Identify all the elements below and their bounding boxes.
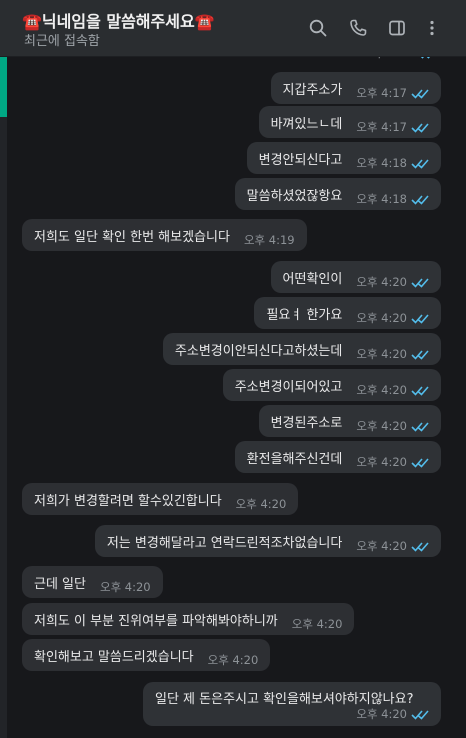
message-bubble-out[interactable]: 변경안되신다고 오후 4:18 — [246, 142, 441, 174]
chat-header[interactable]: ☎️닉네임을 말씀해주세요☎️ 최근에 접속함 — [0, 0, 466, 57]
message-time: 오후 4:17 — [356, 120, 407, 134]
message-time: 오후 4:20 — [356, 275, 407, 289]
message-text: 일단 제 돈은주시고 확인을해보셔야하지않나요? — [155, 692, 414, 707]
message-text: 주소변경이안되신다고하셨는데 — [174, 343, 343, 359]
search-icon[interactable] — [307, 17, 329, 39]
message-bubble-in[interactable]: 저희도 일단 확인 한번 해보겠습니다 오후 4:19 — [22, 219, 307, 251]
message-time: 오후 4:20 — [356, 383, 407, 397]
chat-title[interactable]: ☎️닉네임을 말씀해주세요☎️ — [22, 8, 215, 32]
message-text: 확인해보고 말씀드리겠습니다 — [34, 649, 194, 665]
message-text: 저희도 일단 확인 한번 해보겠습니다 — [34, 229, 230, 245]
message-time: 오후 4:20 — [356, 539, 407, 553]
message-bubble-out[interactable]: 주소변경이안되신다고하셨는데 오후 4:20 — [162, 333, 441, 365]
message-time: 오후 4:18 — [356, 192, 407, 206]
message-time: 오후 4:20 — [207, 653, 259, 667]
side-panel-icon[interactable] — [386, 17, 408, 39]
message-time: 오후 4:20 — [356, 455, 407, 469]
message-bubble-out[interactable]: 저는 변경해달라고 연락드린적조차없습니다 오후 4:20 — [94, 525, 441, 557]
message-text: 변경안되신다고 — [258, 152, 343, 168]
phone-icon[interactable] — [347, 17, 369, 39]
read-ticks-icon — [411, 158, 429, 169]
message-meta: 오후 4:18 — [356, 155, 429, 171]
message-bubble-out[interactable]: 말씀하셨었잖항요 오후 4:18 — [234, 178, 441, 210]
message-meta: 오후 4:20 — [356, 274, 429, 290]
message-meta: 오후 4:17 — [356, 119, 429, 135]
message-text: 말씀하셨었잖항요 — [246, 188, 343, 204]
message-time: 오후 4:19 — [243, 233, 295, 247]
message-meta: 오후 4:20 — [356, 310, 429, 326]
message-time: 오후 4:20 — [356, 311, 407, 325]
more-vert-icon[interactable] — [421, 17, 443, 39]
message-meta: 오후 4:20 — [356, 418, 429, 434]
message-meta: 오후 4:20 — [100, 579, 151, 595]
message-meta: 오후 4:19 — [244, 232, 295, 248]
message-text: 주소변경이되어있고 — [234, 379, 343, 395]
read-ticks-icon — [411, 349, 429, 360]
message-meta: 오후 4:20 — [236, 496, 287, 512]
message-bubble-in[interactable]: 저희도 이 부분 진위여부를 파악해봐야하니까 오후 4:20 — [22, 603, 355, 635]
message-bubble-in[interactable]: 확인해보고 말씀드리겠습니다 오후 4:20 — [22, 639, 271, 671]
message-text: 지갑주소가 — [282, 82, 343, 98]
message-text: 변경된주소로 — [270, 415, 343, 431]
message-time: 오후 4:20 — [356, 419, 407, 433]
message-time: 오후 4:20 — [356, 707, 407, 721]
message-text: 근데 일단 — [34, 576, 86, 592]
scroll-accent-bar — [0, 57, 7, 117]
message-text: 어떤확인이 — [282, 271, 343, 287]
message-text: 저희가 변경할려면 할수있긴합니다 — [34, 493, 222, 509]
message-bubble-in[interactable]: 저희가 변경할려면 할수있긴합니다 오후 4:20 — [22, 483, 299, 515]
message-bubble-out[interactable]: 필요ㅕ 한가요 오후 4:20 — [254, 297, 441, 329]
read-ticks-icon — [411, 541, 429, 552]
message-time: 오후 4:20 — [356, 347, 407, 361]
message-bubble-out[interactable]: 일단 제 돈은주시고 확인을해보셔야하지않나요? 오후 4:20 — [143, 682, 441, 726]
message-meta: 오후 4:17 — [356, 85, 429, 101]
read-ticks-icon — [411, 421, 429, 432]
message-text: 환전을해주신건데 — [246, 451, 343, 467]
message-meta: 오후 4:20 — [292, 616, 343, 632]
message-meta: 오후 4:18 — [356, 191, 429, 207]
message-meta: 오후 4:20 — [356, 706, 429, 722]
message-time: 오후 4:17 — [356, 86, 407, 100]
message-bubble-out[interactable]: 주소변경이되어있고 오후 4:20 — [222, 369, 441, 401]
read-ticks-icon — [411, 385, 429, 396]
read-ticks-icon — [411, 194, 429, 205]
message-meta: 오후 4:20 — [356, 346, 429, 362]
message-bubble-out[interactable]: 어떤확인이 오후 4:20 — [270, 261, 441, 293]
read-ticks-icon — [411, 313, 429, 324]
message-bubble-in[interactable]: 근데 일단 오후 4:20 — [22, 566, 163, 598]
message-meta: 오후 4:20 — [208, 652, 259, 668]
message-time: 오후 4:20 — [291, 617, 343, 631]
read-ticks-icon — [411, 277, 429, 288]
read-ticks-icon — [411, 457, 429, 468]
message-time: 오후 4:18 — [356, 156, 407, 170]
message-bubble-out[interactable]: 환전을해주신건데 오후 4:20 — [234, 441, 441, 473]
read-ticks-icon — [411, 709, 429, 720]
read-ticks-icon — [411, 88, 429, 99]
message-bubble-out[interactable]: 변경된주소로 오후 4:20 — [258, 405, 441, 437]
message-list[interactable]: 오후 4:17 지갑주소가 오후 4:17 바껴있느ㄴ데 오후 4:17 변경안… — [0, 0, 466, 738]
message-bubble-out[interactable]: 지갑주소가 오후 4:17 — [270, 72, 441, 104]
left-rail — [0, 117, 7, 738]
message-meta: 오후 4:20 — [356, 382, 429, 398]
message-time: 오후 4:20 — [235, 497, 287, 511]
message-text: 저는 변경해달라고 연락드린적조차없습니다 — [106, 535, 343, 551]
message-bubble-out[interactable]: 바껴있느ㄴ데 오후 4:17 — [258, 106, 441, 138]
chat-status: 최근에 접속함 — [24, 34, 100, 49]
message-time: 오후 4:20 — [99, 580, 151, 594]
message-text: 필요ㅕ 한가요 — [266, 307, 343, 323]
read-ticks-icon — [411, 122, 429, 133]
message-meta: 오후 4:20 — [356, 454, 429, 470]
message-text: 바껴있느ㄴ데 — [270, 116, 343, 132]
message-meta: 오후 4:20 — [356, 538, 429, 554]
message-text: 저희도 이 부분 진위여부를 파악해봐야하니까 — [34, 613, 278, 629]
